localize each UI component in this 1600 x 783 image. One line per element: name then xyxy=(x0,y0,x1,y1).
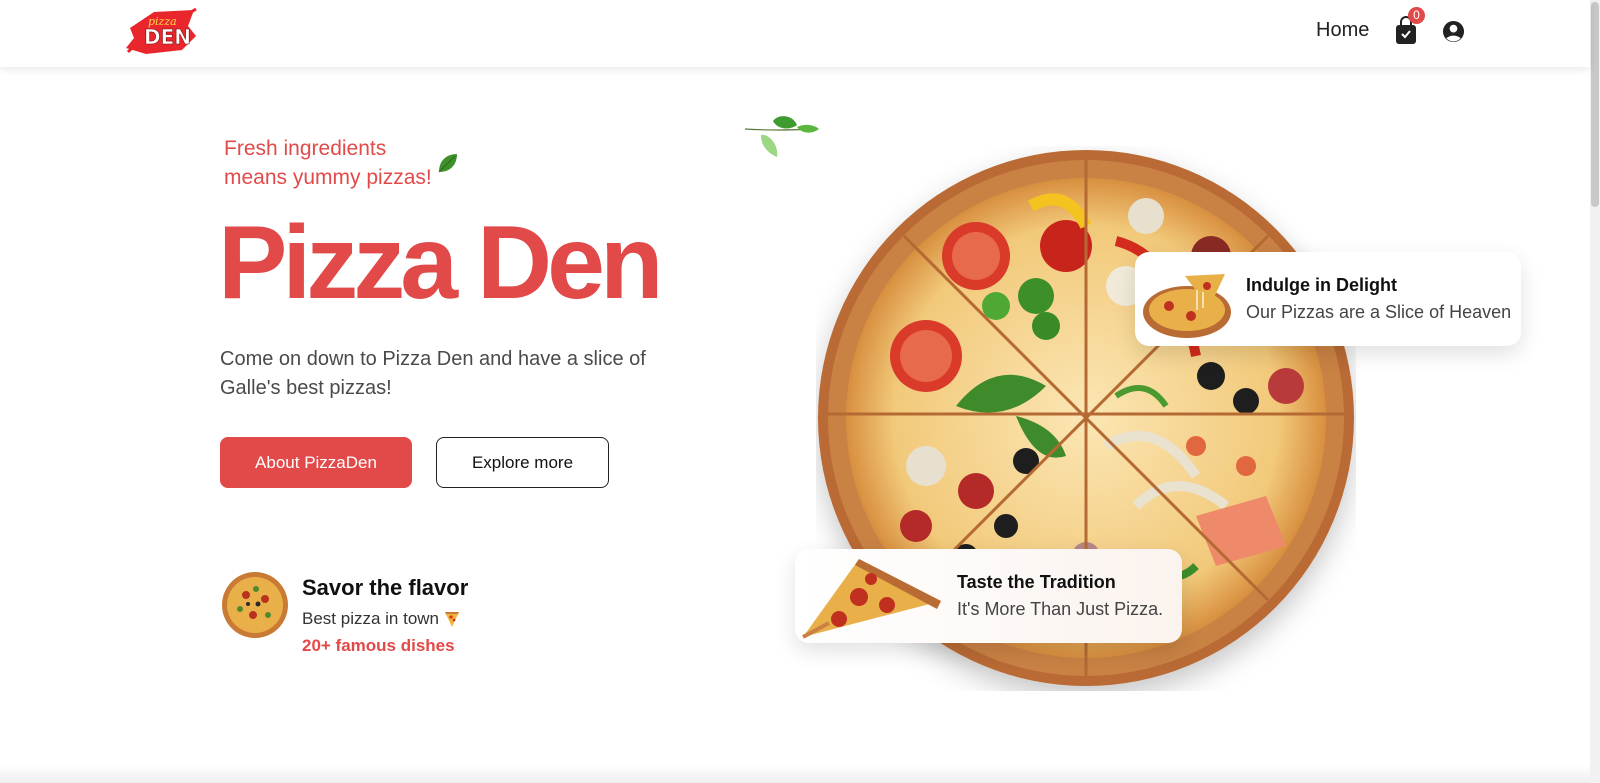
pizza-thumbnail xyxy=(222,572,288,638)
landing-page: pizza DEN Home 0 Fresh ingredients means… xyxy=(0,0,1600,783)
nav-home-link[interactable]: Home xyxy=(1316,19,1369,42)
user-circle-icon[interactable] xyxy=(1442,20,1465,43)
scrollbar-thumb[interactable] xyxy=(1591,2,1599,207)
pizza-cheese-pull-image xyxy=(1143,274,1231,338)
pizza-den-logo[interactable]: pizza DEN xyxy=(124,6,200,58)
tagline-line-2: means yummy pizzas! xyxy=(224,166,432,189)
basil-leaves-decoration xyxy=(745,116,819,157)
cart-count-badge: 0 xyxy=(1408,7,1425,24)
section-divider xyxy=(0,765,1590,783)
basil-leaf-icon xyxy=(438,154,457,173)
hero-title: Pizza Den xyxy=(218,205,663,321)
tagline-line-1: Fresh ingredients xyxy=(224,137,387,160)
savor-title: Savor the flavor xyxy=(302,575,469,600)
pizza-slice-image xyxy=(802,559,941,639)
card-subtitle: Our Pizzas are a Slice of Heaven xyxy=(1246,302,1512,322)
explore-more-button[interactable]: Explore more xyxy=(436,437,609,488)
card-title: Taste the Tradition xyxy=(957,572,1116,592)
hero-description: Come on down to Pizza Den and have a sli… xyxy=(220,348,646,399)
hero-tagline: Fresh ingredients means yummy pizzas! xyxy=(224,134,464,192)
promo-card-tradition: Taste the Tradition It's More Than Just … xyxy=(795,549,1182,643)
savor-subtitle: Best pizza in town xyxy=(302,609,440,628)
card-title: Indulge in Delight xyxy=(1246,275,1397,295)
vertical-scrollbar[interactable] xyxy=(1590,0,1600,783)
famous-dishes-count: 20+ famous dishes xyxy=(302,636,455,655)
top-navbar: pizza DEN Home 0 xyxy=(0,0,1590,67)
pizza-slice-icon xyxy=(445,612,459,627)
promo-card-indulge: Indulge in Delight Our Pizzas are a Slic… xyxy=(1135,252,1521,346)
card-subtitle: It's More Than Just Pizza. xyxy=(957,599,1164,619)
logo-main-text: DEN xyxy=(144,25,191,49)
about-pizzaden-button[interactable]: About PizzaDen xyxy=(220,437,412,488)
